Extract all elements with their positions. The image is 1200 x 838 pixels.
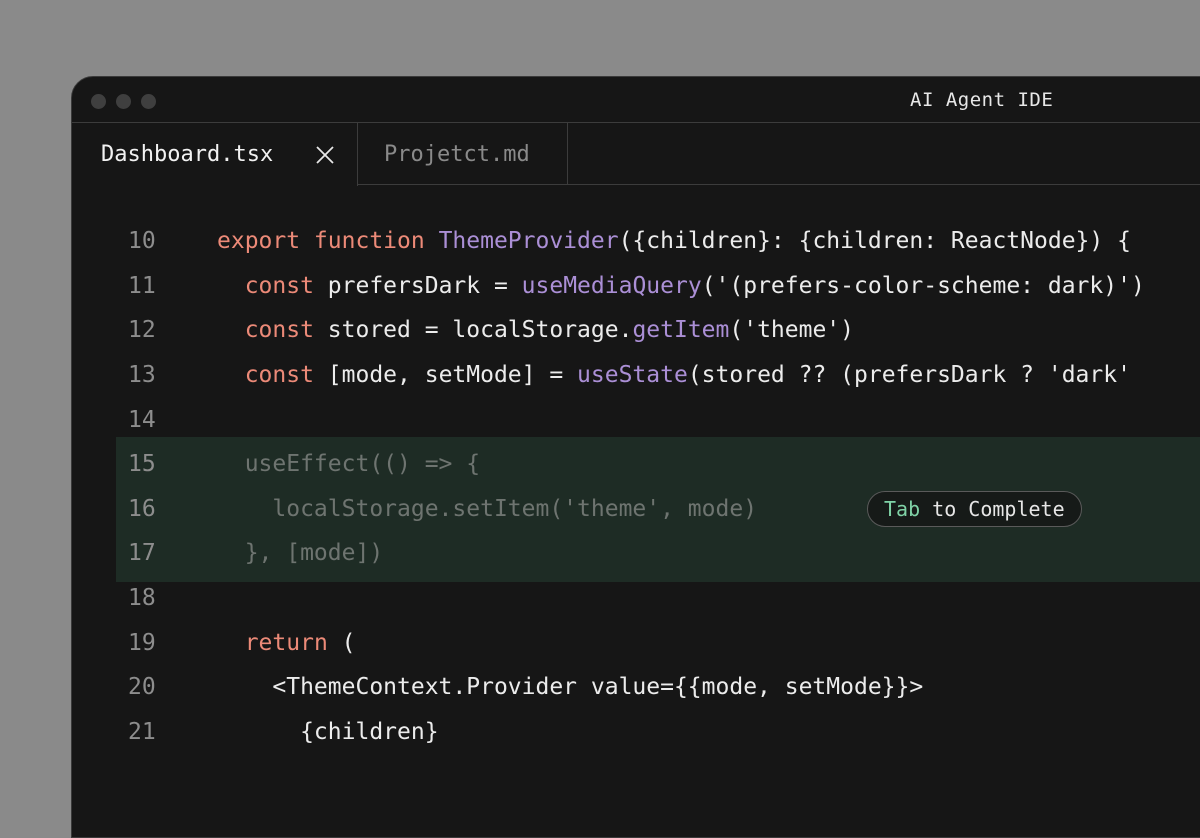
code-text: <ThemeContext.Provider value={{mode, set… (217, 674, 924, 701)
line-number: 18 (128, 585, 156, 612)
code-editor[interactable]: 10 export function ThemeProvider({childr… (72, 185, 1200, 837)
hint-text: to Complete (920, 497, 1065, 521)
tab-to-complete-hint[interactable]: Tab to Complete (867, 491, 1082, 527)
code-text: const [mode, setMode] = useState(stored … (217, 362, 1131, 388)
code-keyword: export function (217, 228, 439, 255)
line-number: 17 (128, 540, 156, 567)
line-number: 13 (128, 362, 156, 389)
window-minimize-dot[interactable] (116, 94, 131, 109)
window-title: AI Agent IDE (910, 89, 1054, 111)
code-plain: ('(prefers-color-scheme: dark)') (701, 272, 1145, 299)
code-keyword: return (244, 629, 328, 656)
ide-window: AI Agent IDE Dashboard.tsx Projetct.md 1… (71, 76, 1200, 838)
code-plain: stored = localStorage. (327, 317, 633, 344)
code-line: 18 (116, 576, 1200, 621)
ghost-text: useEffect(() => { (217, 451, 481, 478)
hint-key: Tab (884, 497, 921, 521)
line-number: 16 (128, 495, 156, 522)
line-number: 14 (128, 406, 156, 433)
ghost-text: }, [mode]) (217, 540, 384, 567)
code-plain: ({children}: {children: ReactNode}) { (618, 228, 1131, 255)
line-number: 21 (128, 718, 156, 745)
ghost-text: localStorage.setItem('theme', mode) (217, 495, 758, 522)
tab-label: Dashboard.tsx (101, 142, 274, 167)
code-line-suggestion: 15 useEffect(() => { (116, 442, 1200, 487)
code-line: 12 const stored = localStorage.getItem('… (116, 308, 1200, 353)
line-number: 10 (128, 228, 156, 255)
close-icon[interactable] (314, 144, 336, 166)
line-number: 15 (128, 451, 156, 478)
code-text: export function ThemeProvider({children}… (217, 228, 1131, 254)
code-function: getItem (632, 317, 730, 344)
code-keyword: const (244, 272, 328, 299)
title-bar: AI Agent IDE (72, 77, 1200, 123)
code-text: {children} (217, 718, 439, 745)
code-line: 11 const prefersDark = useMediaQuery('(p… (116, 264, 1200, 309)
tab-label: Projetct.md (384, 141, 530, 167)
window-maximize-dot[interactable] (141, 94, 156, 109)
code-line: 13 const [mode, setMode] = useState(stor… (116, 353, 1200, 398)
code-text: return ( (217, 630, 356, 656)
line-number: 19 (128, 629, 156, 656)
line-number: 12 (128, 317, 156, 344)
code-function: ThemeProvider (438, 228, 619, 255)
code-keyword: const (244, 362, 328, 389)
code-line: 10 export function ThemeProvider({childr… (116, 219, 1200, 264)
code-plain: (stored ?? (prefersDark ? 'dark' (687, 362, 1131, 389)
code-plain: prefersDark = (327, 272, 522, 299)
line-number: 20 (128, 674, 156, 701)
code-text: const stored = localStorage.getItem('the… (217, 317, 854, 343)
code-line: 21 {children} (116, 710, 1200, 755)
window-close-dot[interactable] (91, 94, 106, 109)
code-plain: [mode, setMode] = (327, 362, 578, 389)
code-plain: ('theme') (729, 317, 854, 344)
code-function: useState (577, 362, 688, 389)
code-line: 14 (116, 397, 1200, 442)
code-line: 19 return ( (116, 620, 1200, 665)
line-number: 11 (128, 272, 156, 299)
code-plain: ( (327, 629, 356, 656)
tab-bar: Dashboard.tsx Projetct.md (72, 123, 1200, 186)
code-text: const prefersDark = useMediaQuery('(pref… (217, 273, 1145, 299)
code-line: 20 <ThemeContext.Provider value={{mode, … (116, 665, 1200, 710)
tab-projetct-md[interactable]: Projetct.md (358, 123, 568, 185)
code-keyword: const (244, 317, 328, 344)
code-line-suggestion: 17 }, [mode]) (116, 531, 1200, 576)
code-function: useMediaQuery (521, 272, 702, 299)
